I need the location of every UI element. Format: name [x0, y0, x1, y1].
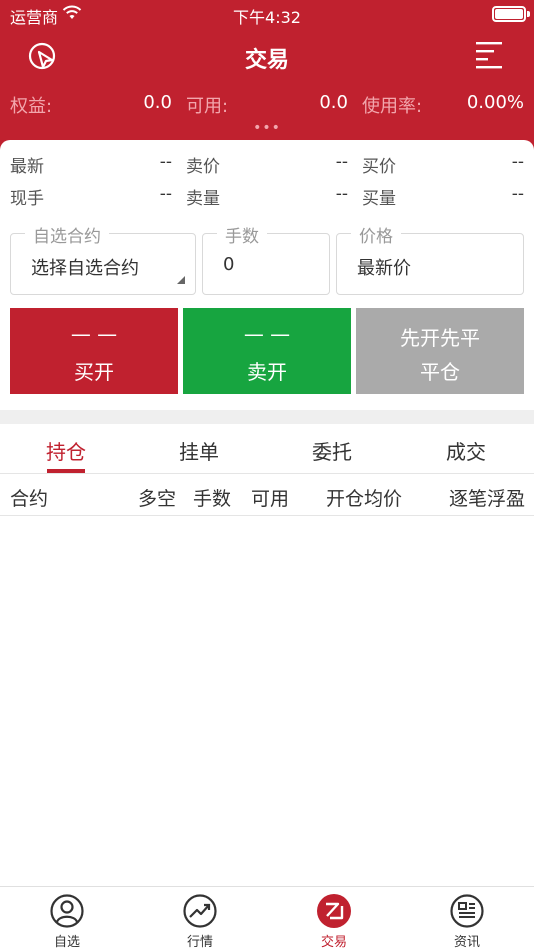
usage-value: 0.00% — [466, 92, 524, 113]
col-available: 可用 — [251, 488, 290, 510]
close-label: 平仓 — [420, 360, 460, 384]
tab-orders[interactable]: 委托 — [294, 436, 370, 465]
equity-label: 权益: — [10, 96, 53, 117]
price-legend: 价格 — [351, 222, 401, 247]
buy-open-label: 买开 — [74, 360, 114, 384]
tab-pending[interactable]: 挂单 — [161, 436, 237, 465]
dropdown-triangle-icon — [177, 276, 185, 284]
positions-list — [0, 516, 534, 886]
lots-value: 0 — [223, 254, 235, 275]
quote-panel: 最新 -- 卖价 -- 买价 -- 现手 -- 卖量 -- 买量 -- — [0, 152, 534, 212]
lots-input[interactable]: 手数 0 — [202, 222, 330, 295]
bid-qty-label: 买量 — [362, 189, 396, 209]
available-label: 可用: — [186, 96, 229, 117]
header: 运营商 下午4:32 交易 权益: 0.0 可用: 0.0 使用率: 0.00%… — [0, 0, 534, 150]
menu-icon[interactable] — [474, 40, 504, 72]
usage-label: 使用率: — [362, 96, 423, 117]
col-floating-pnl: 逐笔浮盈 — [449, 488, 526, 510]
page-title: 交易 — [244, 48, 289, 73]
tabbar-trade-label: 交易 — [320, 935, 347, 950]
buy-open-button[interactable]: — — 买开 — [10, 308, 178, 394]
tabbar-trade[interactable]: 交易 — [289, 893, 379, 950]
nav-bar: 交易 — [0, 28, 534, 84]
tabbar-market-label: 行情 — [186, 935, 213, 950]
tabbar-news-label: 资讯 — [453, 935, 480, 950]
status-bar: 运营商 下午4:32 — [0, 0, 534, 28]
contract-value: 选择自选合约 — [31, 258, 139, 279]
buy-open-price: — — — [70, 322, 118, 346]
news-icon — [450, 894, 484, 928]
equity-value: 0.0 — [143, 92, 172, 113]
close-mode-label: 先开先平 — [400, 326, 480, 350]
sell-open-button[interactable]: — — 卖开 — [183, 308, 351, 394]
price-value: 最新价 — [357, 258, 411, 279]
sell-open-price: — — — [243, 322, 291, 346]
trade-icon — [317, 894, 351, 928]
col-avg-open-price: 开仓均价 — [326, 488, 403, 510]
latest-label: 最新 — [10, 157, 44, 177]
tabbar-watchlist-label: 自选 — [53, 935, 80, 950]
contract-legend: 自选合约 — [25, 222, 109, 247]
order-tabs: 持仓 挂单 委托 成交 — [0, 424, 534, 474]
lots-legend: 手数 — [217, 222, 267, 247]
ask-value: -- — [335, 152, 348, 172]
contract-select[interactable]: 自选合约 选择自选合约 — [10, 222, 196, 295]
status-time: 下午4:32 — [233, 8, 301, 27]
bid-qty-value: -- — [511, 184, 524, 204]
volume-label: 现手 — [10, 189, 44, 209]
user-icon — [50, 894, 84, 928]
ask-label: 卖价 — [186, 157, 220, 177]
close-position-button[interactable]: 先开先平 平仓 — [356, 308, 524, 394]
tab-positions[interactable]: 持仓 — [28, 436, 104, 465]
col-lots: 手数 — [193, 488, 232, 510]
bid-value: -- — [511, 152, 524, 172]
latest-value: -- — [159, 152, 172, 172]
bottom-tab-bar: 自选 行情 交易 资讯 — [0, 886, 534, 950]
bid-label: 买价 — [362, 157, 396, 177]
tabbar-market[interactable]: 行情 — [155, 893, 245, 950]
section-divider — [0, 410, 534, 424]
battery-tip — [527, 11, 530, 17]
account-summary: 权益: 0.0 可用: 0.0 使用率: 0.00% — [0, 88, 534, 118]
sell-open-label: 卖开 — [247, 360, 287, 384]
tabbar-news[interactable]: 资讯 — [422, 893, 512, 950]
ask-qty-value: -- — [335, 184, 348, 204]
tab-trades[interactable]: 成交 — [428, 436, 504, 465]
battery-icon — [492, 6, 526, 22]
available-value: 0.0 — [319, 92, 348, 113]
drag-handle[interactable]: ••• — [0, 120, 534, 136]
tabbar-watchlist[interactable]: 自选 — [22, 893, 112, 950]
ask-qty-label: 卖量 — [186, 189, 220, 209]
col-contract: 合约 — [10, 488, 49, 510]
positions-table-header: 合约 多空 手数 可用 开仓均价 逐笔浮盈 — [0, 474, 534, 516]
volume-value: -- — [159, 184, 172, 204]
price-input[interactable]: 价格 最新价 — [336, 222, 524, 295]
col-direction: 多空 — [138, 488, 177, 510]
tab-active-indicator — [47, 469, 85, 473]
trend-chart-icon — [183, 894, 217, 928]
